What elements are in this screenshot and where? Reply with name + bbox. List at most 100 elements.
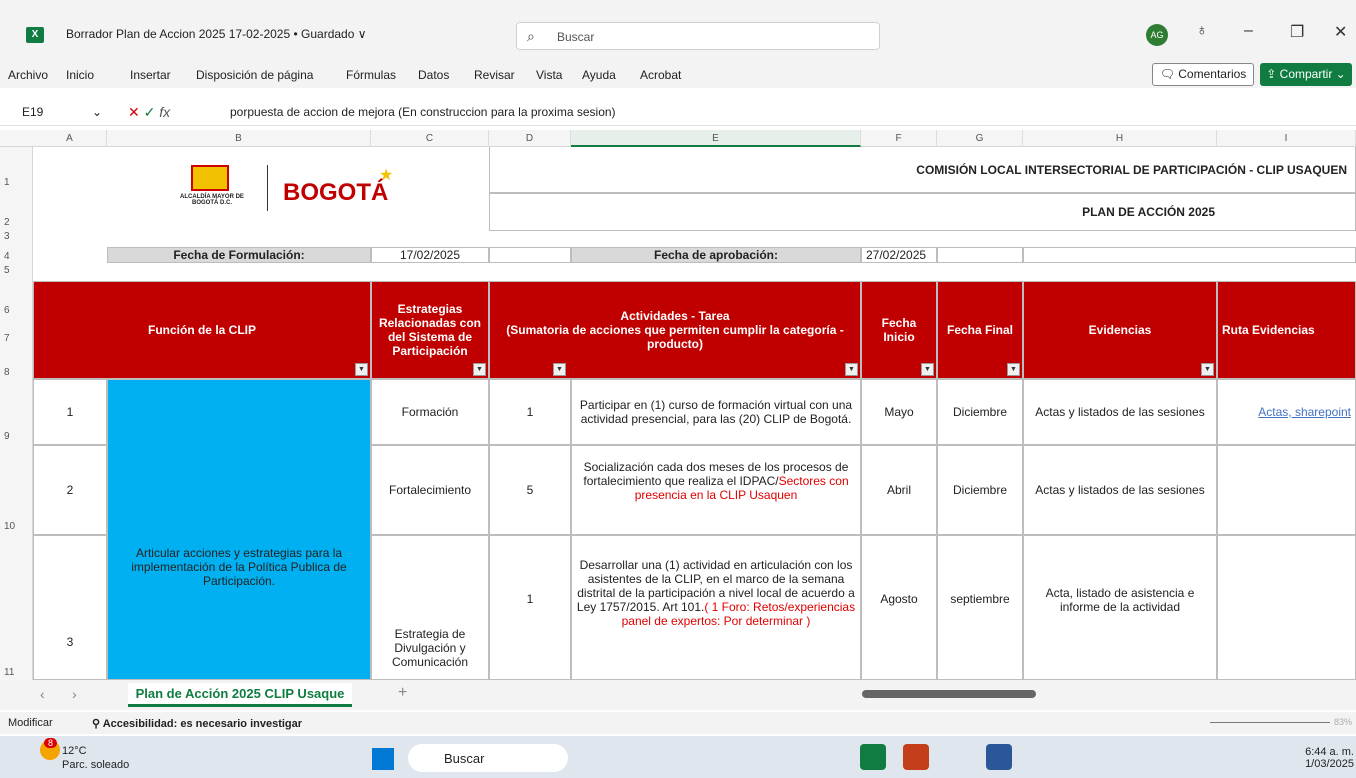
row-header[interactable]: 8	[4, 367, 10, 378]
filter-dropdown-icon[interactable]: ▼	[355, 363, 368, 376]
row-number[interactable]: 2	[33, 445, 107, 535]
row-number[interactable]: 3	[33, 535, 107, 680]
empty-cell[interactable]	[937, 247, 1023, 263]
menu-acrobat[interactable]: Acrobat	[640, 68, 681, 82]
sheet-tab-plan[interactable]: Plan de Acción 2025 CLIP Usaque	[128, 683, 352, 707]
header-ruta[interactable]: Ruta Evidencias	[1217, 281, 1356, 379]
document-title[interactable]: Borrador Plan de Accion 2025 17-02-2025 …	[66, 27, 367, 41]
fx-icon[interactable]: fx	[159, 104, 170, 120]
row-header[interactable]: 11	[4, 667, 14, 678]
menu-insertar[interactable]: Insertar	[130, 68, 171, 82]
formula-input[interactable]: porpuesta de accion de mejora (En constr…	[230, 101, 616, 123]
row-header[interactable]: 10	[4, 521, 15, 532]
col-header[interactable]: D	[489, 130, 571, 147]
title-plan[interactable]: PLAN DE ACCIÓN 2025	[489, 193, 1356, 231]
excel-taskbar-icon[interactable]	[860, 744, 886, 770]
estrategia-cell[interactable]: Fortalecimiento	[371, 445, 489, 535]
comments-button[interactable]: 🗨 Comentarios	[1152, 63, 1254, 86]
row-header[interactable]: 2	[4, 217, 10, 228]
actividad-cell[interactable]: Desarrollar una (1) actividad en articul…	[571, 535, 861, 680]
col-header[interactable]: C	[371, 130, 489, 147]
inicio-cell[interactable]: Abril	[861, 445, 937, 535]
row-header[interactable]: 9	[4, 431, 10, 442]
col-header[interactable]: A	[33, 130, 107, 147]
accessibility-status[interactable]: ⚲ Accesibilidad: es necesario investigar	[92, 717, 302, 730]
confirm-icon[interactable]: ✓	[144, 104, 156, 120]
filter-dropdown-icon[interactable]: ▼	[1007, 363, 1020, 376]
row-header[interactable]: 3	[4, 231, 10, 242]
filter-dropdown-icon[interactable]: ▼	[473, 363, 486, 376]
avatar[interactable]: AG	[1146, 24, 1168, 46]
fecha-aprobacion-label[interactable]: Fecha de aprobación:	[571, 247, 861, 263]
ruta-cell[interactable]: Actas, sharepoint	[1217, 379, 1356, 445]
menu-inicio[interactable]: Inicio	[66, 68, 94, 82]
chevron-down-icon[interactable]: ⌄	[92, 101, 102, 123]
share-button[interactable]: ⇪ Compartir ⌄	[1260, 63, 1352, 86]
menu-revisar[interactable]: Revisar	[474, 68, 515, 82]
header-funcion[interactable]: Función de la CLIP	[33, 281, 371, 379]
col-header[interactable]: E	[571, 130, 861, 147]
taskbar-search[interactable]: Buscar	[408, 744, 568, 772]
header-actividades[interactable]: Actividades - Tarea (Sumatoria de accion…	[489, 281, 861, 379]
menu-disposicion[interactable]: Disposición de página	[196, 68, 313, 82]
powerpoint-taskbar-icon[interactable]	[903, 744, 929, 770]
word-taskbar-icon[interactable]	[986, 744, 1012, 770]
spreadsheet-grid[interactable]: ALCALDÍA MAYOR DE BOGOTÁ D.C. BOGOTÁ ★ C…	[33, 147, 1356, 680]
filter-dropdown-icon[interactable]: ▼	[1201, 363, 1214, 376]
col-header[interactable]: G	[937, 130, 1023, 147]
horizontal-scrollbar[interactable]	[862, 690, 1036, 698]
fecha-formulacion-value[interactable]: 17/02/2025	[371, 247, 489, 263]
row-header[interactable]: 4	[4, 251, 10, 262]
menu-vista[interactable]: Vista	[536, 68, 562, 82]
lightbulb-icon[interactable]: ♁	[1196, 22, 1208, 40]
final-cell[interactable]: Diciembre	[937, 379, 1023, 445]
inicio-cell[interactable]: Mayo	[861, 379, 937, 445]
estrategia-cell[interactable]: Formación	[371, 379, 489, 445]
count-cell[interactable]: 1	[489, 535, 571, 680]
actividad-cell[interactable]: Socialización cada dos meses de los proc…	[571, 445, 861, 535]
windows-start-icon[interactable]	[372, 748, 394, 770]
search-input[interactable]: ⌕ Buscar	[516, 22, 880, 50]
evidencias-cell[interactable]: Actas y listados de las sesiones	[1023, 445, 1217, 535]
ruta-cell[interactable]	[1217, 445, 1356, 535]
filter-dropdown-icon[interactable]: ▼	[845, 363, 858, 376]
evidencias-cell[interactable]: Acta, listado de asistencia e informe de…	[1023, 535, 1217, 680]
col-header[interactable]: I	[1217, 130, 1356, 147]
ruta-link[interactable]: Actas, sharepoint	[1258, 405, 1351, 419]
count-cell[interactable]: 1	[489, 379, 571, 445]
header-estrategias[interactable]: Estrategias Relacionadas con del Sistema…	[371, 281, 489, 379]
menu-archivo[interactable]: Archivo	[8, 68, 48, 82]
inicio-cell[interactable]: Agosto	[861, 535, 937, 680]
row-header[interactable]: 7	[4, 333, 10, 344]
empty-cell[interactable]	[1023, 247, 1356, 263]
excel-icon[interactable]: X	[26, 27, 44, 43]
zoom-slider[interactable]	[1210, 722, 1330, 723]
actividad-cell[interactable]: Participar en (1) curso de formación vir…	[571, 379, 861, 445]
empty-cell[interactable]	[489, 247, 571, 263]
count-cell[interactable]: 5	[489, 445, 571, 535]
evidencias-cell[interactable]: Actas y listados de las sesiones	[1023, 379, 1217, 445]
col-header[interactable]: B	[107, 130, 371, 147]
row-header[interactable]: 6	[4, 305, 10, 316]
final-cell[interactable]: septiembre	[937, 535, 1023, 680]
zoom-level[interactable]: 83%	[1334, 717, 1352, 727]
menu-formulas[interactable]: Fórmulas	[346, 68, 396, 82]
fecha-formulacion-label[interactable]: Fecha de Formulación:	[107, 247, 371, 263]
next-sheet-icon[interactable]: ›	[72, 686, 77, 702]
title-clip[interactable]: COMISIÓN LOCAL INTERSECTORIAL DE PARTICI…	[489, 147, 1356, 193]
filter-dropdown-icon[interactable]: ▼	[921, 363, 934, 376]
fecha-aprobacion-value[interactable]: 27/02/2025	[861, 247, 937, 263]
menu-ayuda[interactable]: Ayuda	[582, 68, 616, 82]
estrategia-cell[interactable]: Estrategia de Divulgación y Comunicación	[371, 535, 489, 680]
restore-icon[interactable]: ❐	[1290, 22, 1304, 42]
close-icon[interactable]: ✕	[1334, 22, 1347, 42]
col-header[interactable]: H	[1023, 130, 1217, 147]
clock[interactable]: 6:44 a. m. 1/03/2025	[1254, 746, 1354, 770]
minimize-icon[interactable]: –	[1244, 22, 1253, 40]
prev-sheet-icon[interactable]: ‹	[40, 686, 45, 702]
row-header[interactable]: 5	[4, 265, 10, 276]
row-header[interactable]: 1	[4, 177, 10, 188]
filter-dropdown-icon[interactable]: ▼	[553, 363, 566, 376]
ruta-cell[interactable]	[1217, 535, 1356, 680]
menu-datos[interactable]: Datos	[418, 68, 449, 82]
